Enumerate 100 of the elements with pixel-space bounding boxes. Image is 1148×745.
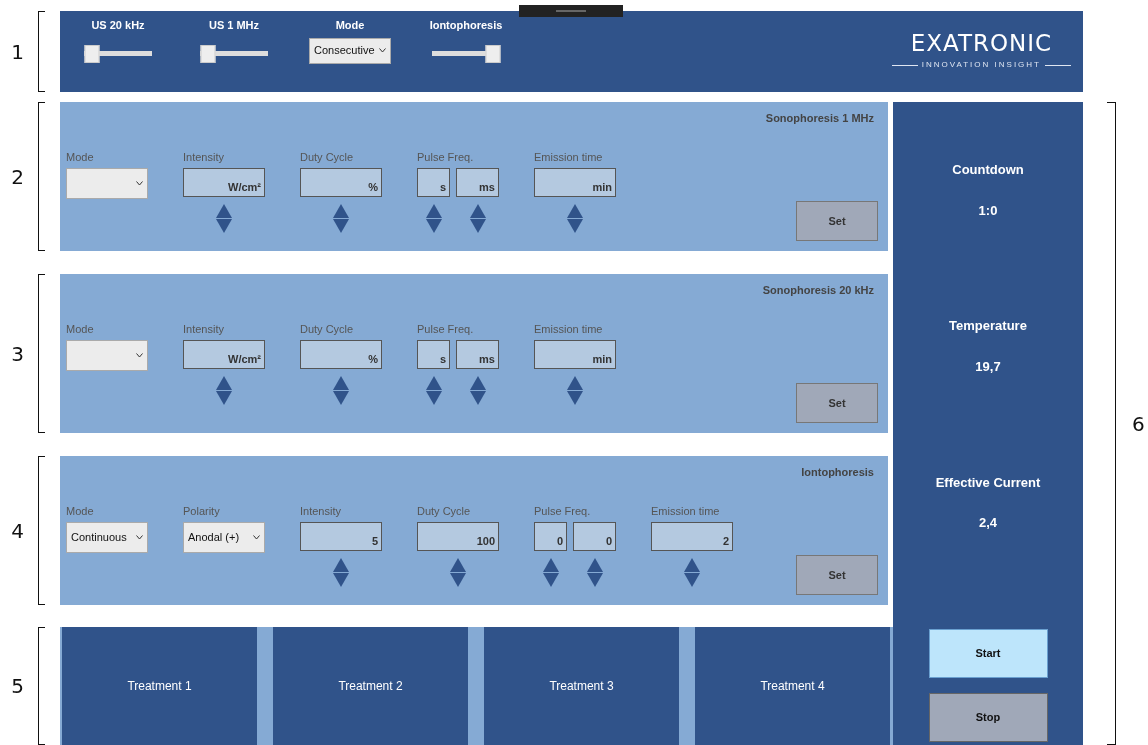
- increase-button[interactable]: [450, 558, 466, 572]
- caret-icon: [379, 48, 386, 53]
- control-label: Iontophoresis: [429, 18, 503, 33]
- field-label: Duty Cycle: [300, 321, 355, 337]
- callout-number: 3: [11, 340, 24, 368]
- window-handle[interactable]: [519, 5, 623, 17]
- decrease-button[interactable]: [567, 391, 583, 405]
- input-field[interactable]: s: [417, 168, 450, 197]
- input-field[interactable]: 0: [573, 522, 616, 551]
- reading-label: Effective Current: [935, 473, 1041, 492]
- field-label: Intensity: [183, 149, 225, 165]
- panel-title: Sonophoresis 20 kHz: [762, 283, 874, 298]
- slider-thumb[interactable]: [200, 44, 215, 63]
- dropdown[interactable]: [66, 340, 148, 371]
- callout-number: 1: [11, 38, 24, 66]
- field-label: Emission time: [534, 149, 604, 165]
- decrease-button[interactable]: [425, 219, 442, 233]
- mode-dropdown[interactable]: Consecutive: [309, 37, 391, 64]
- increase-button[interactable]: [333, 376, 349, 390]
- field-label: Intensity: [300, 503, 342, 519]
- start-button[interactable]: Start: [928, 629, 1048, 679]
- field-label: Duty Cycle: [300, 149, 355, 165]
- input-field[interactable]: W/cm²: [183, 168, 265, 197]
- increase-button[interactable]: [333, 204, 349, 218]
- decrease-button[interactable]: [425, 391, 442, 405]
- input-field[interactable]: 0: [534, 522, 567, 551]
- treatment-button[interactable]: Treatment 4: [695, 627, 890, 745]
- decrease-button[interactable]: [216, 391, 232, 405]
- increase-button[interactable]: [567, 376, 583, 390]
- panel-title: Iontophoresis: [801, 465, 874, 480]
- field-label: Pulse Freq.: [417, 321, 475, 337]
- decrease-button[interactable]: [469, 391, 486, 405]
- decrease-button[interactable]: [333, 391, 349, 405]
- callout-number: 4: [11, 517, 24, 545]
- input-field[interactable]: ms: [456, 168, 499, 197]
- reading-value: 2,4: [978, 514, 998, 533]
- field-label: Mode: [66, 503, 95, 519]
- decrease-button[interactable]: [586, 573, 603, 587]
- field-label: Mode: [66, 149, 95, 165]
- increase-button[interactable]: [216, 204, 232, 218]
- caret-icon: [253, 535, 260, 540]
- increase-button[interactable]: [425, 204, 442, 218]
- input-field[interactable]: s: [417, 340, 450, 369]
- decrease-button[interactable]: [450, 573, 466, 587]
- set-button[interactable]: Set: [796, 383, 878, 423]
- decrease-button[interactable]: [684, 573, 700, 587]
- input-field[interactable]: 2: [651, 522, 733, 551]
- decrease-button[interactable]: [469, 219, 486, 233]
- caret-icon: [136, 353, 143, 358]
- decrease-button[interactable]: [567, 219, 583, 233]
- input-field[interactable]: W/cm²: [183, 340, 265, 369]
- caret-icon: [136, 181, 143, 186]
- slider-thumb[interactable]: [84, 44, 99, 63]
- increase-button[interactable]: [469, 204, 486, 218]
- field-label: Pulse Freq.: [534, 503, 592, 519]
- input-field[interactable]: 5: [300, 522, 382, 551]
- field-label: Duty Cycle: [417, 503, 472, 519]
- control-label: US 1 MHz: [208, 18, 260, 33]
- callout-number: 6: [1132, 410, 1145, 438]
- field-label: Emission time: [534, 321, 604, 337]
- control-label: Mode: [335, 18, 365, 33]
- increase-button[interactable]: [586, 558, 603, 572]
- increase-button[interactable]: [542, 558, 559, 572]
- decrease-button[interactable]: [216, 219, 232, 233]
- field-label: Pulse Freq.: [417, 149, 475, 165]
- reading-value: 19,7: [975, 357, 1001, 376]
- input-field[interactable]: min: [534, 168, 616, 197]
- callout-number: 2: [11, 163, 24, 191]
- input-field[interactable]: %: [300, 340, 382, 369]
- reading-label: Temperature: [949, 317, 1027, 336]
- slider-thumb[interactable]: [485, 44, 500, 63]
- increase-button[interactable]: [425, 376, 442, 390]
- decrease-button[interactable]: [542, 573, 559, 587]
- increase-button[interactable]: [469, 376, 486, 390]
- treatment-button[interactable]: Treatment 2: [273, 627, 468, 745]
- field-label: Emission time: [651, 503, 721, 519]
- dropdown[interactable]: [66, 168, 148, 199]
- set-button[interactable]: Set: [796, 201, 878, 241]
- field-label: Mode: [66, 321, 95, 337]
- increase-button[interactable]: [333, 558, 349, 572]
- set-button[interactable]: Set: [796, 555, 878, 595]
- dropdown[interactable]: Anodal (+): [183, 522, 265, 553]
- reading-value: 1:0: [978, 201, 998, 220]
- decrease-button[interactable]: [333, 219, 349, 233]
- input-field[interactable]: 100: [417, 522, 499, 551]
- caret-icon: [136, 535, 143, 540]
- field-label: Polarity: [183, 503, 221, 519]
- dropdown[interactable]: Continuous: [66, 522, 148, 553]
- decrease-button[interactable]: [333, 573, 349, 587]
- increase-button[interactable]: [216, 376, 232, 390]
- increase-button[interactable]: [684, 558, 700, 572]
- treatment-button[interactable]: Treatment 1: [62, 627, 257, 745]
- field-label: Intensity: [183, 321, 225, 337]
- increase-button[interactable]: [567, 204, 583, 218]
- input-field[interactable]: %: [300, 168, 382, 197]
- stop-button[interactable]: Stop: [928, 693, 1048, 742]
- treatment-button[interactable]: Treatment 3: [484, 627, 679, 745]
- reading-label: Countdown: [952, 161, 1024, 179]
- input-field[interactable]: ms: [456, 340, 499, 369]
- input-field[interactable]: min: [534, 340, 616, 369]
